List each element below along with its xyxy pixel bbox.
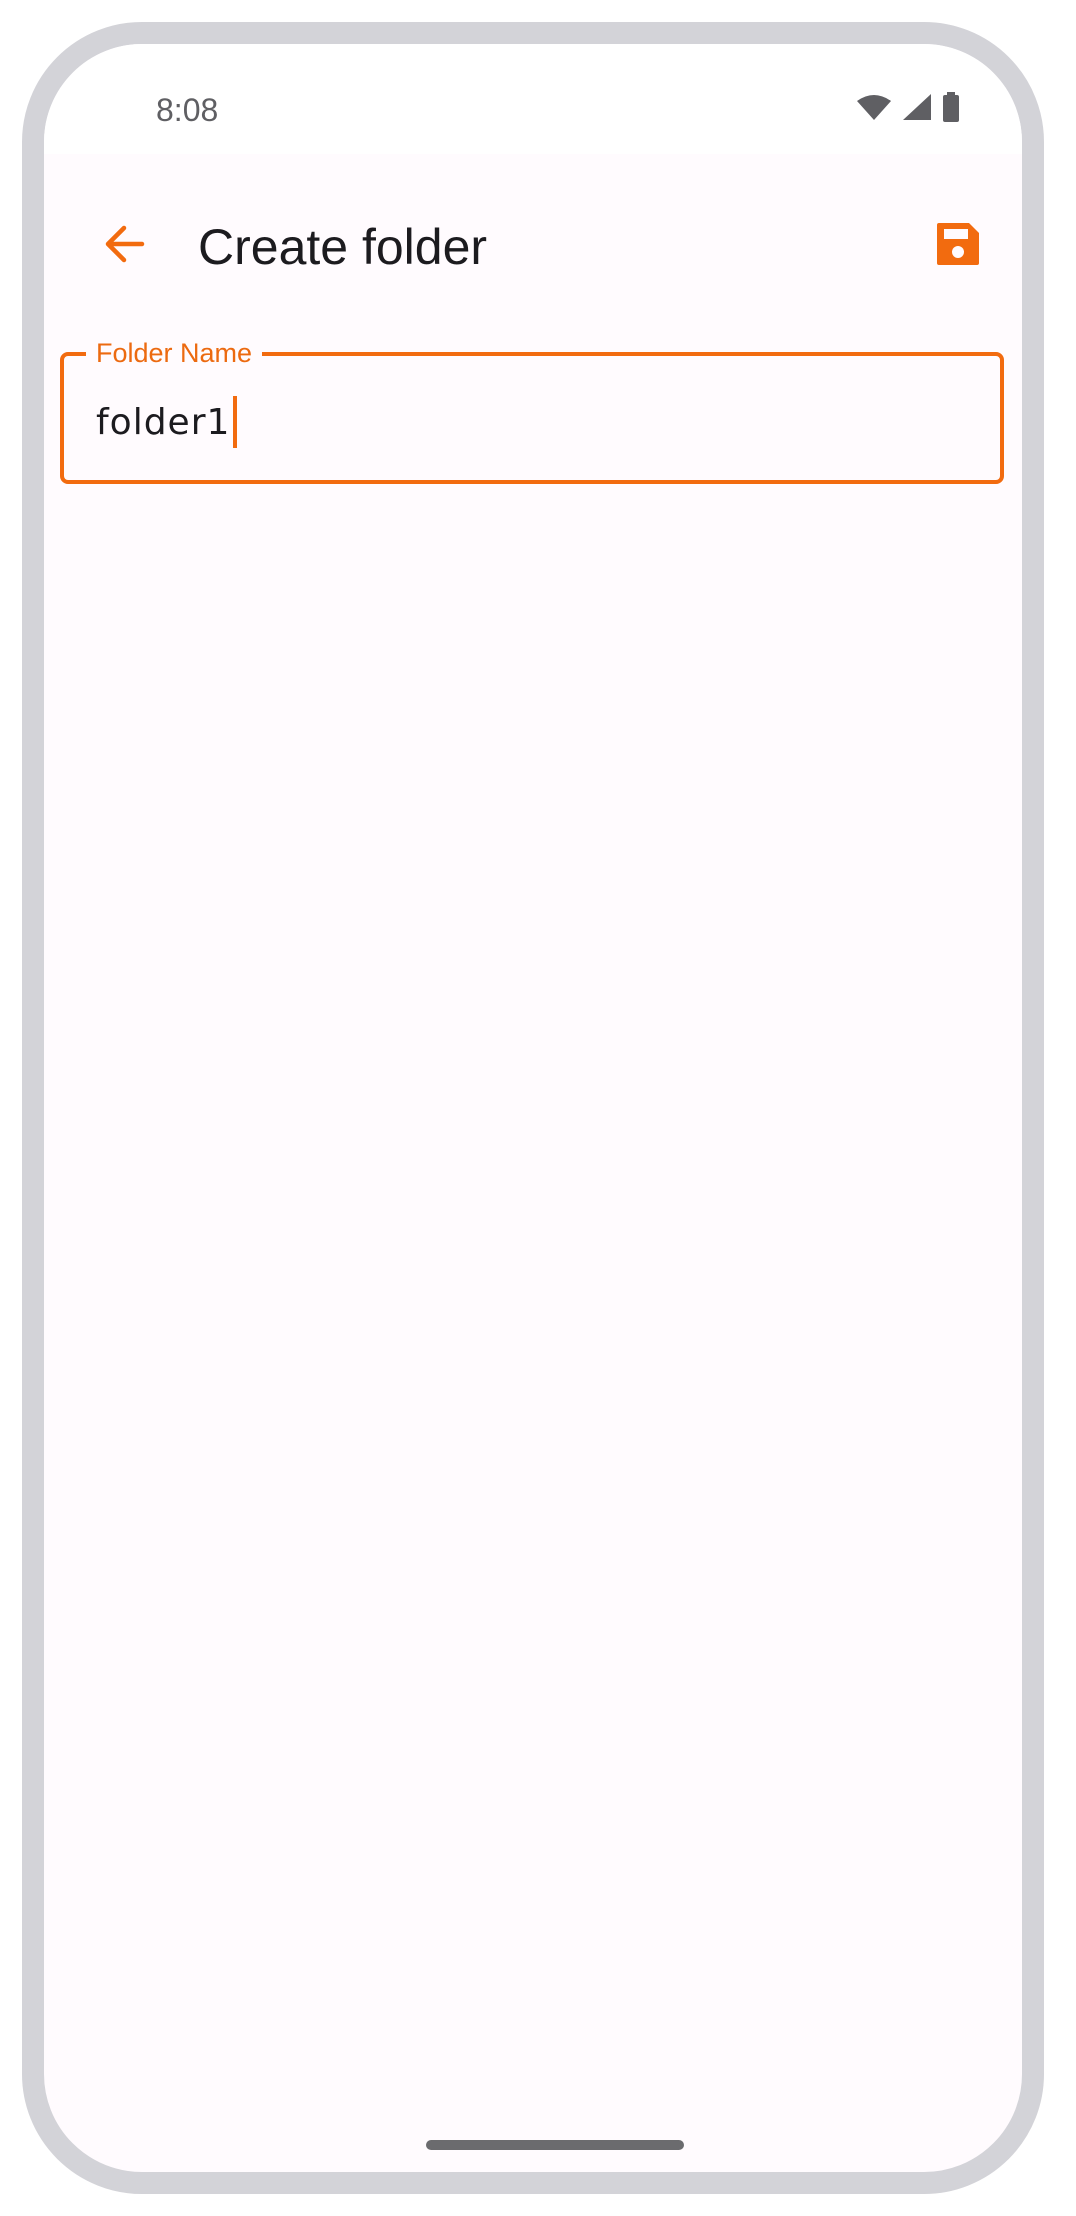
arrow-left-icon <box>102 224 146 269</box>
back-button[interactable] <box>88 210 160 282</box>
home-indicator[interactable] <box>426 2140 684 2150</box>
status-bar: 8:08 <box>44 44 1022 154</box>
signal-icon <box>902 93 932 121</box>
folder-name-field[interactable]: Folder Name folder1 <box>60 336 1004 484</box>
folder-name-input[interactable]: folder1 <box>96 394 238 450</box>
page-title: Create folder <box>198 219 488 275</box>
save-button[interactable] <box>922 210 994 282</box>
status-time: 8:08 <box>156 92 219 128</box>
folder-name-value: folder1 <box>96 401 231 443</box>
battery-icon <box>942 92 960 122</box>
status-icons <box>856 92 960 122</box>
text-caret <box>233 396 238 448</box>
app-bar: Create folder <box>44 154 1022 324</box>
wifi-icon <box>856 93 892 121</box>
folder-name-label: Folder Name <box>86 336 263 370</box>
floppy-disk-icon <box>935 221 981 272</box>
device-frame: 8:08 Create folder Folder Name folder1 <box>22 22 1044 2194</box>
